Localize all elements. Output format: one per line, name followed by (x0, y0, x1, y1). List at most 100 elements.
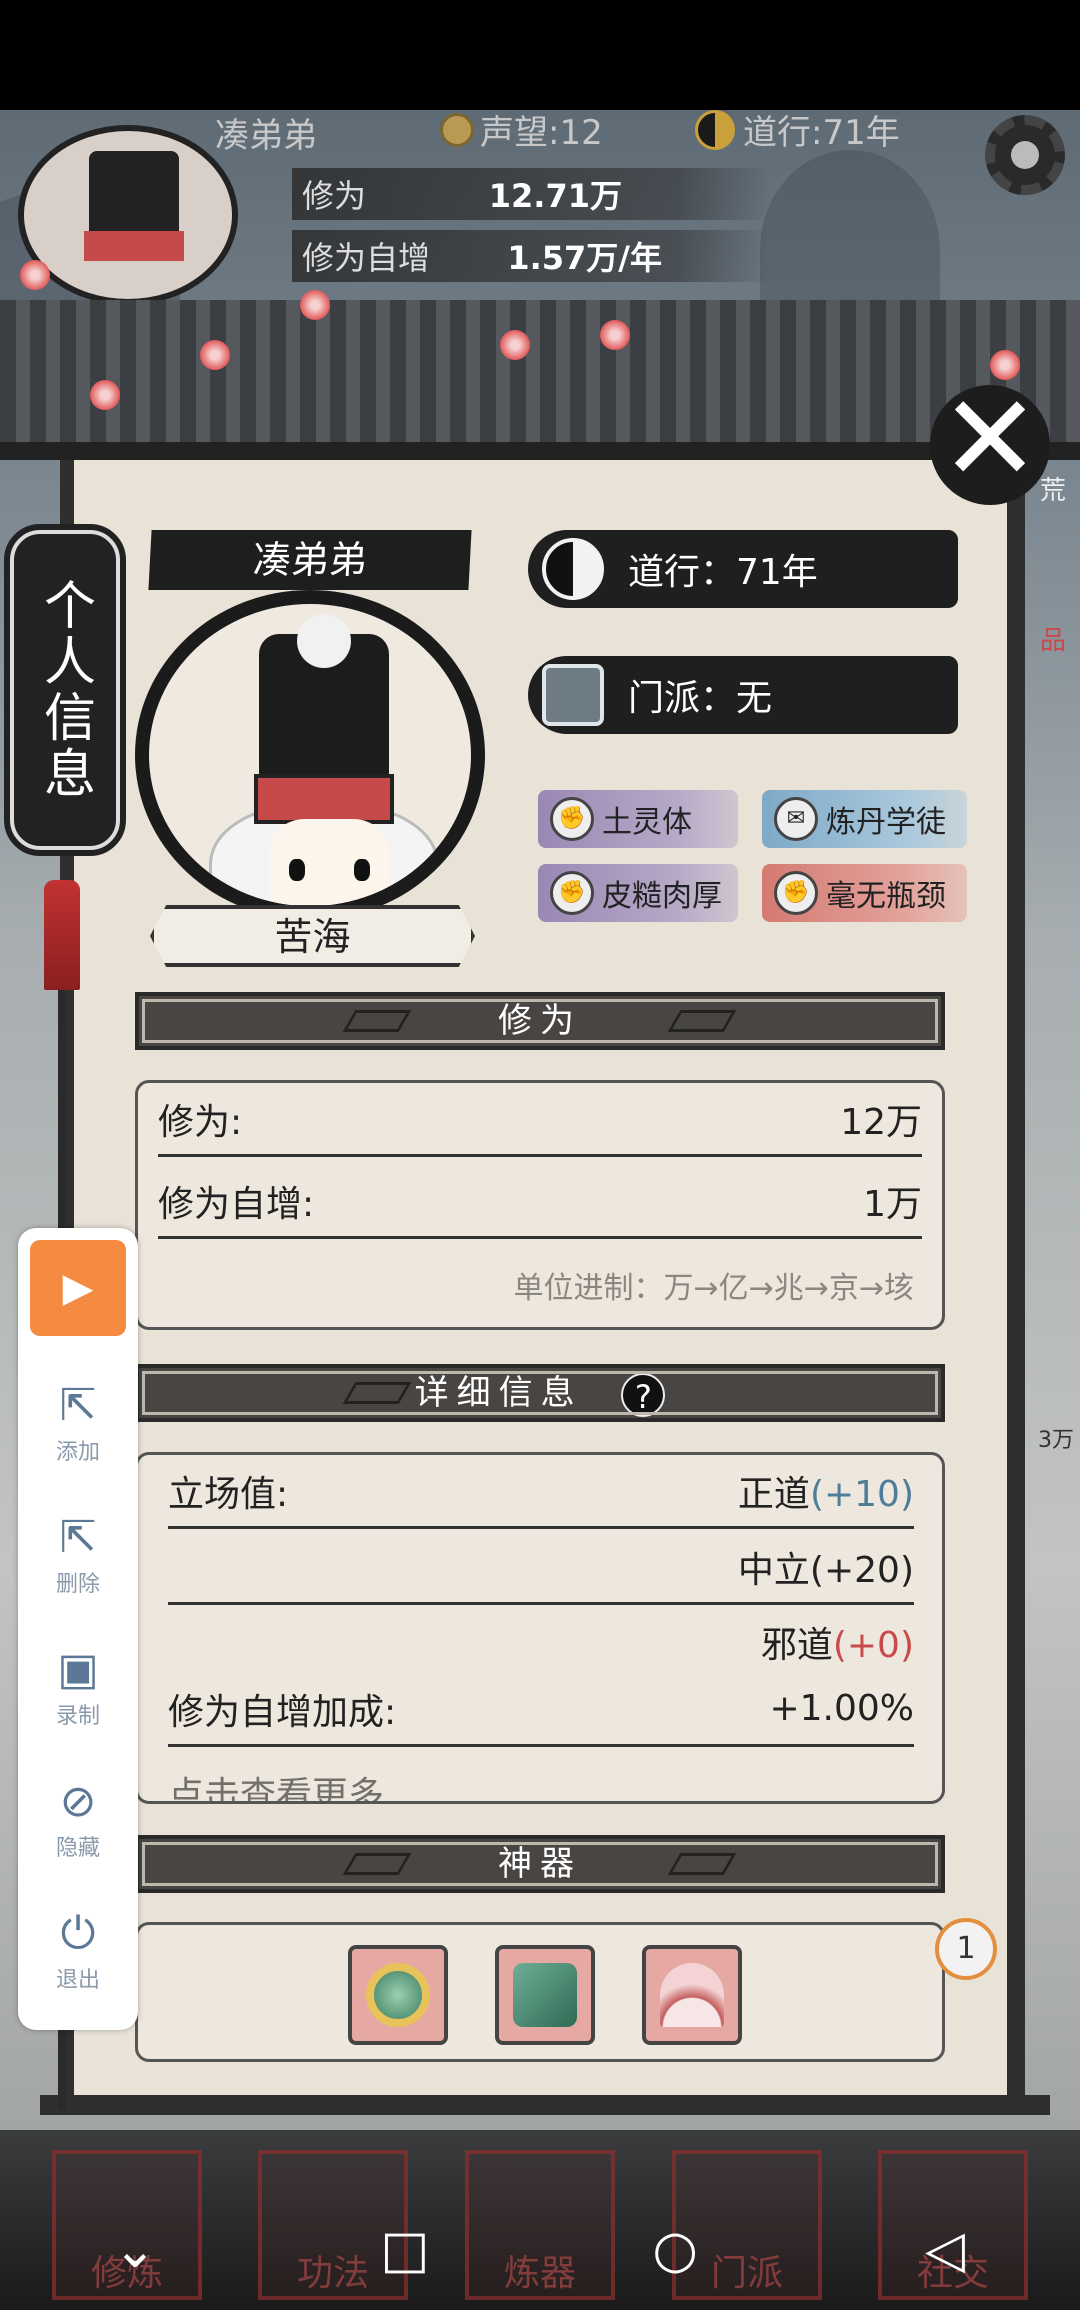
exit-label: 退出 (55, 1968, 100, 1993)
dao-pill: 道行：71年 (528, 530, 958, 608)
add-label: 添加 (55, 1440, 100, 1465)
growth-row: 修为自增: 1万 (158, 1165, 922, 1239)
blossom (300, 290, 330, 320)
trait-tag[interactable]: ✉ 炼丹学徒 (762, 790, 967, 848)
roof-decoration (0, 300, 1080, 460)
sect-pill: 门派：无 (528, 656, 958, 734)
portrait-hat-band (254, 774, 394, 824)
recorder-toolbar: ▶ ⇱ 添加 ⇱ 删除 ▣ 录制 ⊘ 隐藏 ⏻ 退出 (18, 1228, 138, 2030)
stance-row: 立场值: 正道(+10) (168, 1455, 914, 1529)
stance-evil-row: 邪道(+0) (168, 1605, 914, 1679)
temple-icon (542, 664, 604, 726)
right-edge-text-a: 荒 (1039, 476, 1066, 506)
video-icon: ▣ (57, 1644, 99, 1695)
portrait-eye (289, 859, 305, 881)
stance-neutral: 中立(+20) (737, 1549, 914, 1591)
dao-text: 道行:71年 (743, 113, 900, 153)
play-button[interactable]: ▶ (30, 1240, 126, 1336)
blossom (200, 340, 230, 370)
cultivation-row: 修为: 12万 (158, 1083, 922, 1157)
coin-icon (440, 112, 474, 147)
row-value: +1.00% (769, 1688, 914, 1729)
portrait-eye (354, 859, 370, 881)
notification-badge[interactable]: 1 (935, 1918, 997, 1980)
stance-righteous-value: (+10) (809, 1473, 914, 1515)
row-label: 立场值: (168, 1473, 289, 1515)
blossom (500, 330, 530, 360)
stance-evil: 邪道(+0) (761, 1616, 914, 1668)
back-triangle-icon[interactable]: ◁ (915, 2220, 975, 2280)
cursor-plus-icon: ⇱ (59, 1380, 97, 1431)
blossom (20, 260, 50, 290)
delete-label: 删除 (55, 1572, 100, 1597)
jade-ring-icon[interactable] (348, 1945, 448, 2045)
row-label: 修为: (158, 1101, 243, 1143)
diamond-ornament-icon (667, 1010, 737, 1032)
tassel-decoration (44, 880, 80, 990)
detail-section-box: 立场值: 正道(+10) 中立(+20) 邪道(+0) 修为自增加成: +1.0… (135, 1452, 945, 1804)
sect-pill-text: 门派：无 (628, 678, 773, 719)
trait-tag[interactable]: ✊ 毫无瓶颈 (762, 864, 967, 922)
cut-off-row: 点击查看更多 (168, 1755, 914, 1801)
jade-pendant-icon[interactable] (495, 1945, 595, 2045)
eye-off-icon: ⊘ (59, 1776, 97, 1827)
trait-tag[interactable]: ✊ 皮糙肉厚 (538, 864, 738, 922)
chevron-down-icon[interactable]: ⌄ (105, 2220, 165, 2280)
realm-label: 苦海 (150, 905, 475, 967)
header-dao: 道行:71年 (695, 105, 900, 154)
cultivation-section-box: 修为: 12万 修为自增: 1万 单位进制：万→亿→兆→京→垓 (135, 1080, 945, 1330)
diamond-ornament-icon (667, 1853, 737, 1875)
trait-label: 炼丹学徒 (826, 805, 946, 840)
header-growth-label: 修为自增 (302, 239, 431, 277)
header-growth: 修为自增 1.57万/年 (292, 230, 772, 282)
row-value: 1万 (863, 1183, 922, 1225)
stance-evil-text: 邪道 (760, 1625, 833, 1666)
record-label: 录制 (55, 1704, 100, 1729)
row-value: 12万 (840, 1101, 922, 1143)
help-icon[interactable]: ? (621, 1372, 666, 1417)
fan-icon[interactable] (642, 1945, 742, 2045)
dao-pill-text: 道行：71年 (628, 552, 818, 593)
right-edge-text-b: 品 (1039, 626, 1066, 656)
fist-icon: ✊ (550, 797, 594, 841)
row-label: 修为自增加成: (168, 1691, 397, 1733)
header-fame: 声望:12 (440, 105, 603, 154)
trait-tag[interactable]: ✊ 土灵体 (538, 790, 738, 848)
settings-gear-icon[interactable] (985, 115, 1065, 195)
diamond-ornament-icon (342, 1853, 412, 1875)
fame-text: 声望:12 (480, 113, 603, 153)
system-navigation-bar: ⌄ □ ○ ◁ (0, 2190, 1080, 2310)
detail-section-header: 详细信息 ? (135, 1364, 945, 1422)
tab-personal-info[interactable]: 个人信息 (4, 524, 126, 856)
yin-yang-icon (695, 109, 735, 150)
hide-label: 隐藏 (55, 1836, 100, 1861)
delete-button[interactable]: ⇱ 删除 (18, 1510, 138, 1598)
record-button[interactable]: ▣ 录制 (18, 1642, 138, 1730)
unit-hint: 单位进制：万→亿→兆→京→垓 (513, 1271, 914, 1306)
character-portrait (135, 590, 485, 920)
section-title: 修为 (498, 1001, 582, 1041)
add-button[interactable]: ⇱ 添加 (18, 1378, 138, 1466)
blossom (90, 380, 120, 410)
cultivation-section-header: 修为 (135, 992, 945, 1050)
circle-icon[interactable]: ○ (645, 2220, 705, 2280)
square-icon[interactable]: □ (375, 2220, 435, 2280)
portrait-hat-ball (297, 614, 351, 668)
yin-yang-icon (542, 538, 604, 600)
header-cultivation-label: 修为 (302, 177, 367, 215)
section-title: 神器 (498, 1844, 582, 1884)
trait-label: 毫无瓶颈 (826, 879, 946, 914)
hide-button[interactable]: ⊘ 隐藏 (18, 1774, 138, 1862)
right-edge-text-c: 3万 (1038, 1428, 1074, 1453)
bonus-row: 修为自增加成: +1.00% (168, 1673, 914, 1747)
exit-button[interactable]: ⏻ 退出 (18, 1906, 138, 1994)
section-title: 详细信息 (414, 1373, 583, 1413)
trait-label: 皮糙肉厚 (602, 879, 722, 914)
diamond-ornament-icon (342, 1010, 412, 1032)
artifact-section-header: 神器 (135, 1835, 945, 1893)
header-avatar[interactable] (18, 125, 238, 305)
stance-evil-value: (+0) (832, 1625, 914, 1666)
close-button[interactable]: ✕ (930, 380, 1050, 505)
stance-righteous: 正道(+10) (738, 1465, 914, 1517)
power-icon: ⏻ (60, 1908, 96, 1959)
